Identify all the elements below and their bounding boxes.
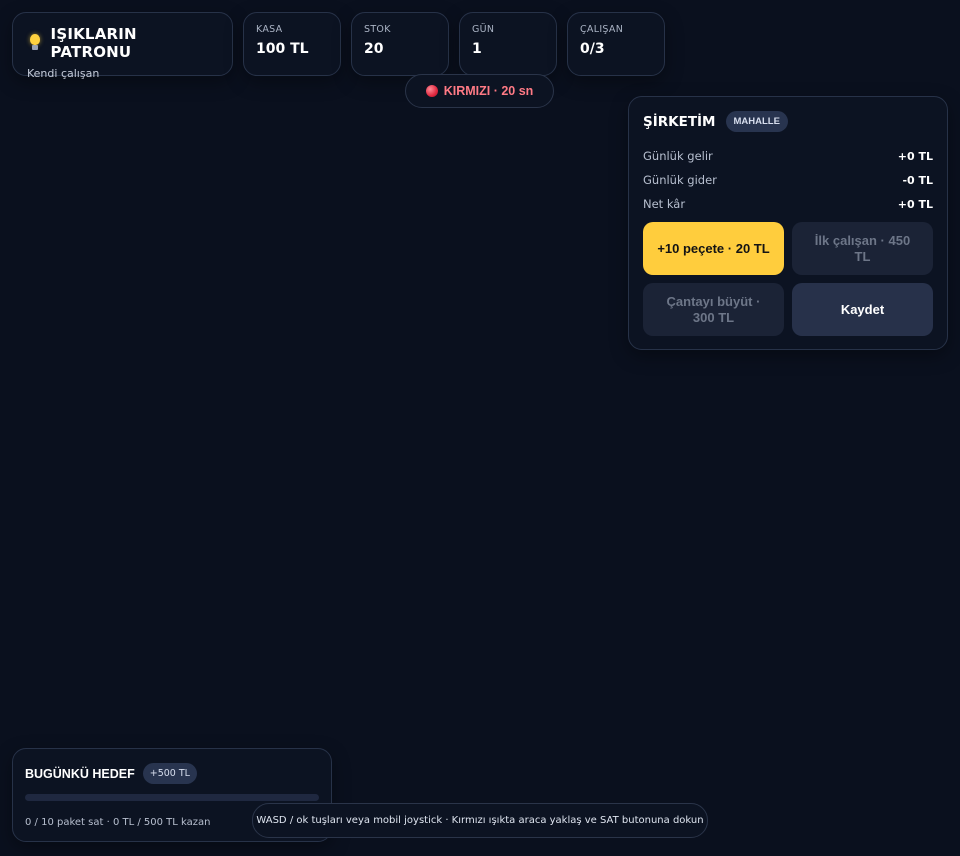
red-light-icon [425, 85, 438, 97]
company-panel: ŞİRKETİM MAHALLE Günlük gelir +0 TL Günl… [628, 96, 948, 350]
buy-napkins-button[interactable]: +10 peçete · 20 TL [643, 222, 784, 275]
game-subtitle: Kendi çalışan [27, 67, 100, 80]
row-value: -0 TL [902, 173, 933, 187]
goal-progress-bar [25, 794, 319, 801]
save-button[interactable]: Kaydet [792, 283, 933, 336]
daily-income-row: Günlük gelir +0 TL [643, 144, 933, 168]
stat-employees: ÇALIŞAN 0/3 [567, 12, 665, 76]
row-label: Günlük gelir [643, 149, 713, 163]
hire-first-employee-button[interactable]: İlk çalışan · 450 TL [792, 222, 933, 275]
row-value: +0 TL [897, 149, 933, 163]
stat-stock: STOK 20 [351, 12, 449, 76]
goal-header: BUGÜNKÜ HEDEF +500 TL [25, 763, 319, 784]
stat-label: GÜN [472, 24, 495, 35]
traffic-light-status: KIRMIZI · 20 sn [405, 74, 554, 108]
light-bulb-icon [27, 34, 43, 52]
stat-value: 20 [364, 41, 384, 57]
stat-day: GÜN 1 [459, 12, 557, 76]
stat-cash: KASA 100 TL [243, 12, 341, 76]
goal-reward-badge: +500 TL [142, 763, 197, 784]
company-header: ŞİRKETİM MAHALLE [643, 111, 933, 132]
net-profit-row: Net kâr +0 TL [643, 192, 933, 216]
controls-hint: WASD / ok tuşları veya mobil joystick · … [252, 803, 708, 838]
stat-value: 100 TL [256, 41, 309, 57]
company-level-badge: MAHALLE [725, 111, 788, 132]
row-value: +0 TL [897, 197, 933, 211]
stat-label: STOK [364, 24, 391, 35]
brand-title-row: IŞIKLARIN PATRONU [27, 25, 218, 61]
game-title: IŞIKLARIN PATRONU [50, 25, 137, 61]
brand-panel: IŞIKLARIN PATRONU Kendi çalışan [12, 12, 233, 80]
finance-rows: Günlük gelir +0 TL Günlük gider -0 TL Ne… [643, 144, 933, 216]
goal-title: BUGÜNKÜ HEDEF [25, 766, 135, 781]
row-label: Net kâr [643, 197, 686, 211]
expand-bag-button[interactable]: Çantayı büyüt · 300 TL [643, 283, 784, 336]
row-label: Günlük gider [643, 173, 717, 187]
stat-value: 0/3 [580, 41, 605, 57]
stat-label: KASA [256, 24, 283, 35]
stat-label: ÇALIŞAN [580, 24, 624, 35]
stat-value: 1 [472, 41, 482, 57]
traffic-light-text: KIRMIZI · 20 sn [443, 84, 534, 98]
company-title: ŞİRKETİM [643, 113, 716, 130]
daily-expense-row: Günlük gider -0 TL [643, 168, 933, 192]
company-actions: +10 peçete · 20 TL İlk çalışan · 450 TL … [643, 222, 933, 336]
